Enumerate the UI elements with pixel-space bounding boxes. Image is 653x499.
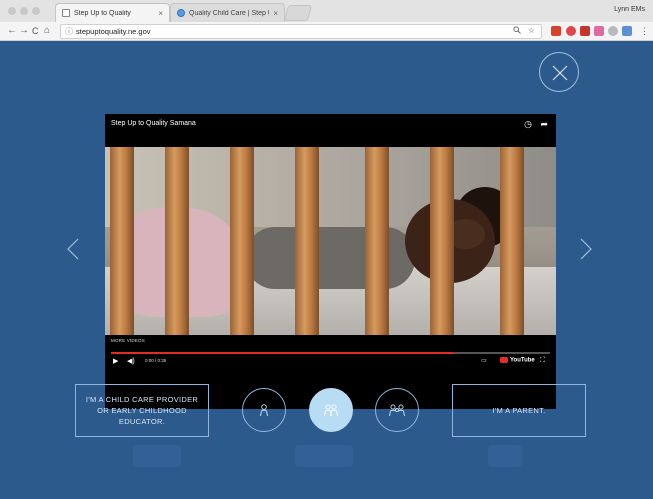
chevron-right-icon: [580, 238, 592, 260]
menu-icon[interactable]: ⋮: [640, 25, 649, 37]
share-icon[interactable]: ➦: [540, 119, 548, 129]
crib-bar: [165, 147, 189, 335]
minimize-window-button[interactable]: [20, 7, 28, 15]
captions-icon[interactable]: ▭: [481, 357, 487, 364]
two-people-option[interactable]: [309, 388, 353, 432]
profile-name[interactable]: Lynn EMs: [614, 6, 645, 13]
background-decoration: [295, 445, 353, 467]
forward-icon[interactable]: →: [19, 25, 29, 37]
video-progress-fill: [111, 352, 454, 354]
tab-strip: Step Up to Quality × Quality Child Care …: [0, 0, 653, 23]
video-title[interactable]: Step Up to Quality Samana: [111, 120, 196, 127]
next-arrow-button[interactable]: [579, 237, 593, 266]
volume-icon[interactable]: ◀): [127, 357, 135, 365]
video-player[interactable]: Step Up to Quality Samana ◷ ➦ MORE VIDEO…: [105, 114, 556, 409]
video-top-actions: ◷ ➦: [524, 119, 548, 130]
extension-icon[interactable]: [580, 26, 590, 36]
site-favicon-icon: [177, 9, 185, 17]
play-icon[interactable]: ▶: [113, 357, 118, 365]
bookmark-star-icon[interactable]: ☆: [528, 26, 535, 35]
back-icon[interactable]: ←: [7, 25, 17, 37]
fullscreen-icon[interactable]: ⛶: [540, 357, 545, 365]
crib-bar: [365, 147, 389, 335]
previous-arrow-button[interactable]: [66, 237, 80, 266]
tab-label: Step Up to Quality: [74, 9, 131, 17]
site-info-icon[interactable]: ⓘ: [65, 26, 73, 37]
video-frame[interactable]: [105, 147, 556, 335]
browser-toolbar: ← → C ⌂ ⓘ stepuptoquality.ne.gov ☆ ⋮: [0, 22, 653, 41]
background-decoration: [488, 445, 522, 467]
cloud-icon[interactable]: [608, 26, 618, 36]
tab-step-up-to-quality[interactable]: Step Up to Quality ×: [55, 3, 170, 22]
youtube-label: YouTube: [510, 357, 535, 364]
home-icon[interactable]: ⌂: [44, 25, 50, 37]
youtube-play-icon: [500, 357, 508, 363]
page-icon: [62, 9, 70, 17]
browser-chrome: Step Up to Quality × Quality Child Care …: [0, 0, 653, 41]
parent-button[interactable]: I'M A PARENT.: [452, 384, 586, 437]
page-content: Step Up to Quality Samana ◷ ➦ MORE VIDEO…: [0, 41, 653, 499]
tab-quality-child-care[interactable]: Quality Child Care | Step Up t ×: [170, 3, 285, 22]
tab-close-icon[interactable]: ×: [273, 9, 278, 18]
video-progress-bar[interactable]: [111, 352, 550, 354]
address-bar[interactable]: ⓘ stepuptoquality.ne.gov ☆: [60, 24, 542, 39]
chevron-left-icon: [67, 238, 79, 260]
pinterest-icon[interactable]: [566, 26, 576, 36]
provider-educator-button[interactable]: I'M A CHILD CARE PROVIDER OR EARLY CHILD…: [75, 384, 209, 437]
reload-icon[interactable]: C: [32, 25, 39, 37]
new-tab-button[interactable]: [283, 5, 313, 21]
crib-bar: [230, 147, 254, 335]
youtube-logo[interactable]: YouTube: [500, 357, 535, 364]
tab-close-icon[interactable]: ×: [158, 9, 163, 18]
tab-label: Quality Child Care | Step Up t: [189, 9, 269, 17]
close-overlay-button[interactable]: [539, 52, 579, 92]
extension-icon[interactable]: [594, 26, 604, 36]
video-time: 0:00 / 0:35: [145, 358, 167, 363]
maximize-window-button[interactable]: [32, 7, 40, 15]
group-option[interactable]: [375, 388, 419, 432]
more-videos-label[interactable]: MORE VIDEOS: [111, 338, 145, 343]
crib-bar: [500, 147, 524, 335]
two-people-icon: [324, 404, 338, 417]
extension-icon[interactable]: [551, 26, 561, 36]
group-icon: [389, 404, 405, 417]
watch-later-icon[interactable]: ◷: [524, 119, 532, 129]
crib-bar: [295, 147, 319, 335]
url-text[interactable]: stepuptoquality.ne.gov: [76, 27, 151, 36]
person-icon: [260, 404, 268, 417]
close-icon: [552, 65, 568, 81]
single-person-option[interactable]: [242, 388, 286, 432]
crib-bar: [430, 147, 454, 335]
search-icon[interactable]: [513, 26, 521, 36]
background-decoration: [133, 445, 181, 467]
crib-bar: [110, 147, 134, 335]
close-window-button[interactable]: [8, 7, 16, 15]
extension-icon[interactable]: [622, 26, 632, 36]
